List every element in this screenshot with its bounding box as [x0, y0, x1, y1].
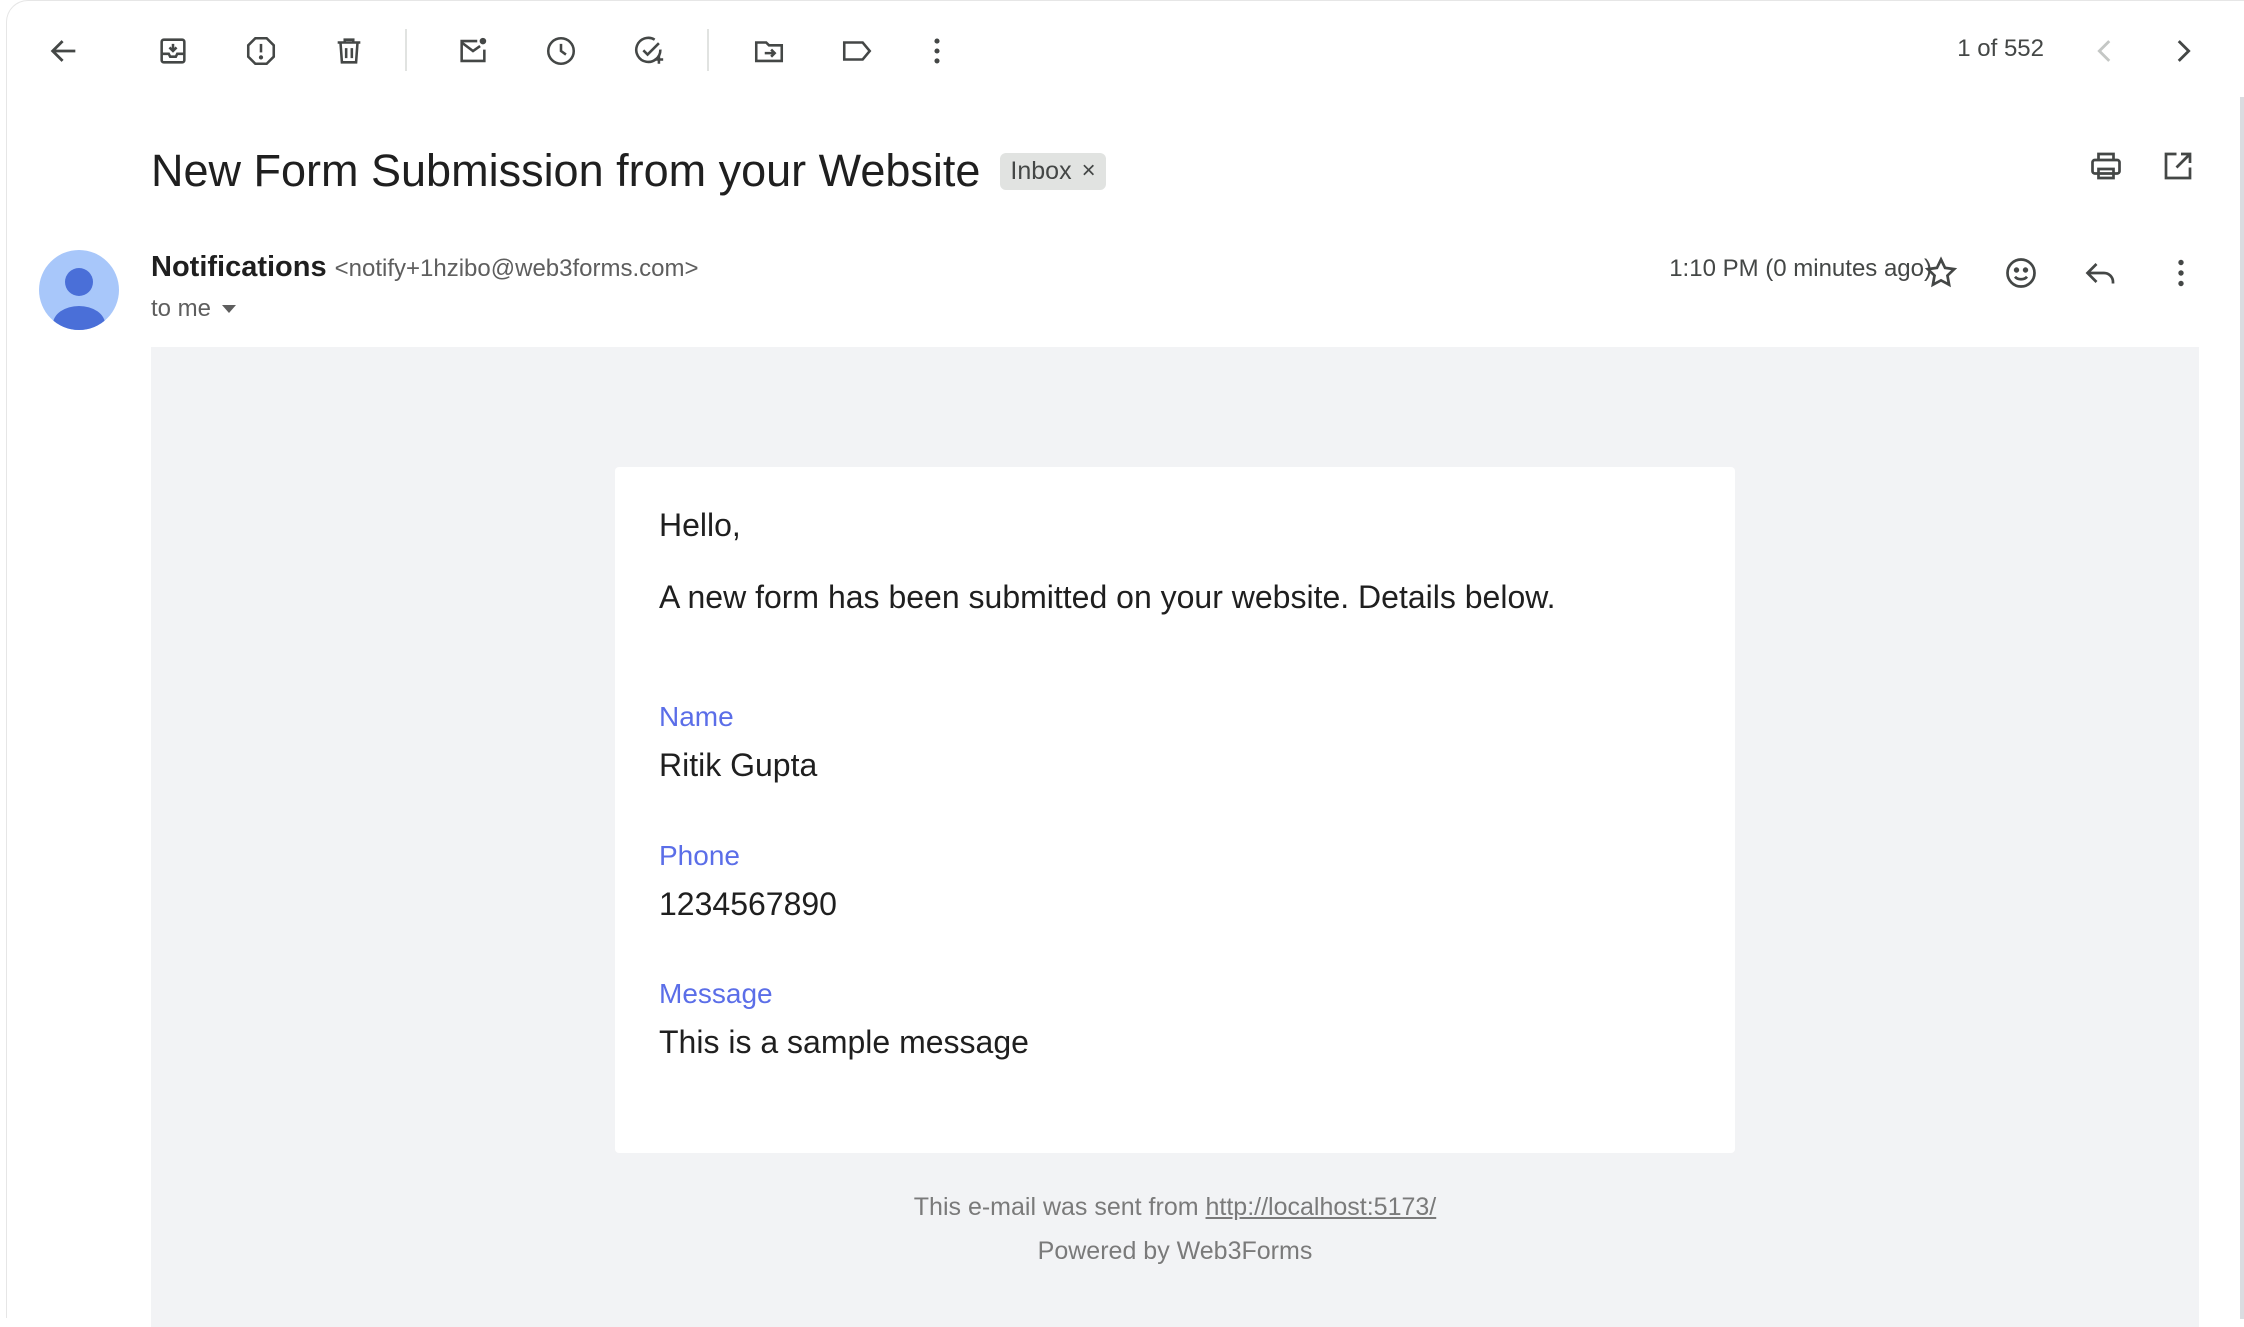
toolbar-divider — [707, 29, 709, 71]
older-chevron-right-icon[interactable] — [2159, 27, 2207, 75]
field-value-message: This is a sample message — [659, 1024, 1029, 1060]
snooze-icon[interactable] — [537, 27, 585, 75]
subject-row: New Form Submission from your Website In… — [151, 141, 1106, 201]
report-spam-icon[interactable] — [237, 27, 285, 75]
email-subject: New Form Submission from your Website — [151, 145, 981, 196]
inbox-label-chip[interactable]: Inbox × — [1000, 152, 1106, 190]
label-icon[interactable] — [833, 27, 881, 75]
field-value-phone: 1234567890 — [659, 886, 837, 922]
caret-down-icon — [222, 305, 237, 313]
footer-link[interactable]: http://localhost:5173/ — [1206, 1193, 1437, 1221]
field-label-name: Name — [659, 701, 734, 732]
field-label-message: Message — [659, 978, 773, 1009]
print-icon[interactable] — [2081, 141, 2131, 191]
footer-prefix: This e-mail was sent from — [913, 1193, 1206, 1221]
footer-powered-by: Powered by Web3Forms — [1037, 1237, 1313, 1265]
recipient-text: to me — [151, 295, 212, 322]
footer-sent-from: This e-mail was sent from http://localho… — [151, 1193, 2199, 1222]
open-in-new-window-icon[interactable] — [2153, 141, 2203, 191]
avatar[interactable] — [39, 250, 119, 330]
recipient-details-toggle[interactable]: to me — [151, 295, 237, 323]
sender-line: Notifications <notify+1hzibo@web3forms.c… — [151, 251, 699, 284]
toolbar: 1 of 552 — [7, 1, 2244, 101]
add-task-icon[interactable] — [625, 27, 673, 75]
back-arrow-icon[interactable] — [40, 27, 88, 75]
more-vertical-icon[interactable] — [913, 27, 961, 75]
newer-chevron-left-icon[interactable] — [2081, 27, 2129, 75]
move-to-icon[interactable] — [745, 27, 793, 75]
greeting: Hello, — [659, 507, 741, 543]
email-view: 1 of 552 New Form Submission from your W… — [6, 0, 2244, 1327]
pager-count: 1 of 552 — [1957, 35, 2044, 62]
intro-text: A new form has been submitted on your we… — [659, 579, 1556, 615]
message-timestamp: 1:10 PM (0 minutes ago) — [1669, 255, 1932, 282]
archive-icon[interactable] — [149, 27, 197, 75]
sender-name[interactable]: Notifications — [151, 251, 327, 284]
toolbar-divider — [405, 29, 407, 71]
email-card: Hello, A new form has been submitted on … — [615, 467, 1735, 1153]
close-icon[interactable]: × — [1082, 157, 1096, 185]
reply-icon[interactable] — [2075, 247, 2127, 299]
mark-unread-icon[interactable] — [449, 27, 497, 75]
field-value-name: Ritik Gupta — [659, 747, 818, 783]
star-icon[interactable] — [1915, 247, 1967, 299]
sender-email: <notify+1hzibo@web3forms.com> — [334, 255, 699, 282]
emoji-reaction-icon[interactable] — [1995, 247, 2047, 299]
field-label-phone: Phone — [659, 840, 740, 871]
scrollbar[interactable] — [2240, 97, 2244, 1319]
label-chip-text: Inbox — [1010, 156, 1072, 185]
delete-icon[interactable] — [325, 27, 373, 75]
more-vertical-icon[interactable] — [2155, 247, 2207, 299]
email-body: Hello, A new form has been submitted on … — [151, 347, 2199, 1327]
